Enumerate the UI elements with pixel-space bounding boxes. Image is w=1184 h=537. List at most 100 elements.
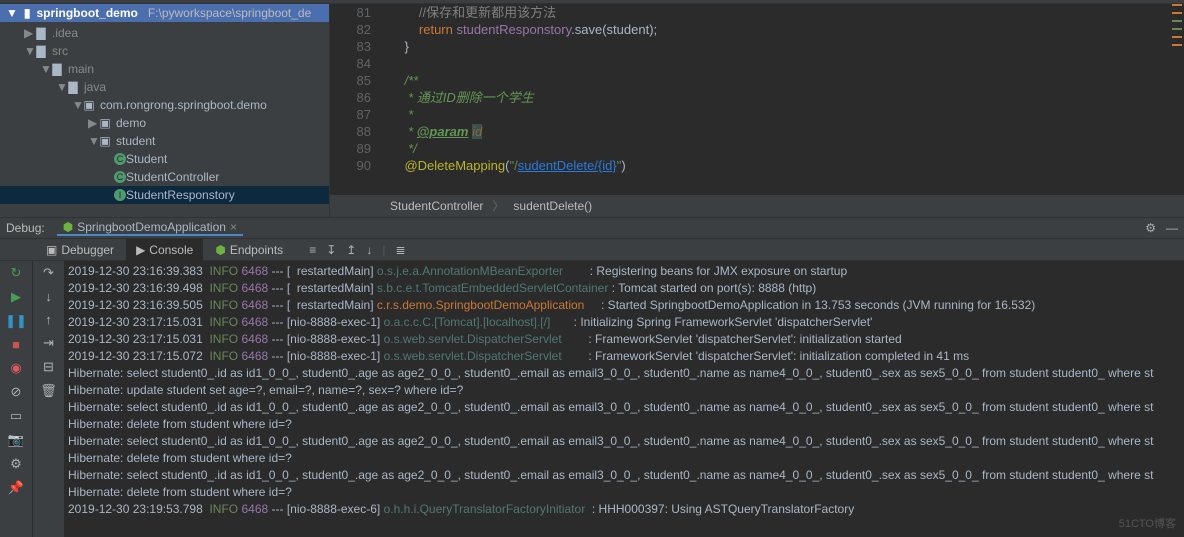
tab-console[interactable]: ▶Console — [126, 239, 203, 261]
tree-node[interactable]: ▶▣ demo — [0, 114, 329, 132]
code-line[interactable]: * — [390, 106, 1164, 123]
breadcrumb-separator-icon: 〉 — [492, 199, 504, 213]
step-out-icon[interactable]: ↑ — [45, 312, 52, 327]
mute-breakpoints-button[interactable]: ⊘ — [11, 384, 22, 400]
breadcrumb-method[interactable]: sudentDelete() — [513, 199, 592, 213]
tab-debugger[interactable]: ▣Debugger — [36, 239, 124, 261]
endpoints-icon: ⬢ — [215, 243, 225, 257]
tree-node[interactable]: CStudent — [0, 150, 329, 168]
console-output[interactable]: 2019-12-30 23:16:39.383 INFO 6468 --- [ … — [64, 261, 1184, 537]
console-line: Hibernate: select student0_.id as id1_0_… — [68, 399, 1180, 416]
console-line: 2019-12-30 23:17:15.031 INFO 6468 --- [n… — [68, 331, 1180, 348]
console-line: Hibernate: delete from student where id=… — [68, 484, 1180, 501]
run-to-cursor-icon[interactable]: ⇥ — [43, 335, 54, 351]
filter-icon[interactable]: ≣ — [395, 243, 405, 257]
line-number[interactable]: 81 — [330, 4, 371, 21]
pin-button[interactable]: 📌 — [8, 480, 24, 496]
code-line[interactable]: return studentResponstory.save(student); — [390, 21, 1164, 38]
tree-arrow-icon[interactable]: ▼ — [24, 44, 34, 58]
line-number[interactable]: 86 — [330, 89, 371, 106]
tree-node[interactable]: IStudentResponstory — [0, 186, 329, 204]
tree-node[interactable]: ▼▣student — [0, 132, 329, 150]
line-number[interactable]: 87 — [330, 106, 371, 123]
folder-icon: ▣ — [98, 116, 112, 130]
line-number[interactable]: 83 — [330, 38, 371, 55]
settings-icon[interactable]: ⚙ — [1145, 221, 1156, 235]
tree-arrow-icon[interactable]: ▼ — [72, 98, 82, 112]
clear-icon[interactable]: ↓ — [366, 243, 372, 257]
rerun-button[interactable]: ↻ — [11, 265, 22, 281]
tree-arrow-icon[interactable]: ▼ — [88, 134, 98, 148]
print-icon[interactable]: ↥ — [346, 243, 356, 257]
tree-node[interactable]: ▼▣com.rongrong.springboot.demo — [0, 96, 329, 114]
error-stripe[interactable] — [1172, 4, 1182, 52]
evaluate-icon[interactable]: ⊟ — [43, 359, 54, 375]
console-line: 2019-12-30 23:17:15.072 INFO 6468 --- [n… — [68, 348, 1180, 365]
camera-icon[interactable]: 📷 — [8, 432, 24, 448]
step-over-icon[interactable]: ↷ — [43, 265, 54, 281]
code-line[interactable]: @DeleteMapping("/sudentDelete/{id}") — [390, 157, 1164, 174]
settings-button[interactable]: ⚙ — [10, 456, 22, 472]
line-number[interactable]: 82 — [330, 21, 371, 38]
breadcrumb-class[interactable]: StudentController — [390, 199, 483, 213]
trash-icon[interactable]: 🗑 — [40, 383, 57, 399]
pause-button[interactable]: ❚❚ — [5, 313, 27, 329]
console-line: 2019-12-30 23:16:39.505 INFO 6468 --- [ … — [68, 297, 1180, 314]
code-line[interactable]: */ — [390, 140, 1164, 157]
expand-arrow-icon: ▼ — [6, 6, 18, 20]
code-editor[interactable]: 81828384858687888990 //保存和更新都用该方法 return… — [330, 4, 1184, 217]
sep-icon: | — [382, 243, 385, 257]
folder-icon: ▇ — [66, 80, 80, 94]
folder-icon: ▇ — [34, 44, 48, 58]
close-tab-icon[interactable]: × — [230, 220, 237, 234]
tree-node[interactable]: ▼▇main — [0, 60, 329, 78]
project-path: F:\pyworkspace\springboot_de — [148, 6, 311, 20]
tab-endpoints[interactable]: ⬢Endpoints — [205, 239, 293, 261]
debug-action-toolbar: ↻ ▶ ❚❚ ■ ◉ ⊘ ▭ 📷 ⚙ 📌 — [0, 261, 32, 537]
code-line[interactable]: } — [390, 38, 1164, 55]
console-icon: ▶ — [136, 243, 145, 257]
tree-arrow-icon[interactable]: ▶ — [88, 116, 98, 130]
console-line: 2019-12-30 23:19:53.798 INFO 6468 --- [n… — [68, 501, 1180, 518]
layout-button[interactable]: ▭ — [10, 408, 22, 424]
line-number[interactable]: 84 — [330, 55, 371, 72]
scroll-to-end-icon[interactable]: ↧ — [326, 243, 336, 257]
tree-label: com.rongrong.springboot.demo — [100, 98, 267, 112]
tree-node[interactable]: ▼▇src — [0, 42, 329, 60]
tree-label: StudentResponstory — [126, 188, 235, 202]
debug-tab-bar: ▣Debugger ▶Console ⬢Endpoints ≡ ↧ ↥ ↓ | … — [0, 239, 1184, 261]
project-tool-window[interactable]: ▼ ▮ springboot_demo F:\pyworkspace\sprin… — [0, 4, 330, 217]
line-number[interactable]: 85 — [330, 72, 371, 89]
tree-arrow-icon[interactable]: ▼ — [56, 80, 66, 94]
step-into-icon[interactable]: ↓ — [45, 289, 52, 304]
code-line[interactable]: * 通过ID删除一个学生 — [390, 89, 1164, 106]
run-configuration-tab[interactable]: ⬢ SpringbootDemoApplication × — [57, 220, 243, 236]
soft-wrap-icon[interactable]: ≡ — [309, 243, 316, 257]
tree-arrow-icon[interactable]: ▶ — [24, 26, 34, 40]
watermark: 51CTO博客 — [1119, 515, 1176, 531]
line-number[interactable]: 90 — [330, 157, 371, 174]
tree-node[interactable]: ▼▇java — [0, 78, 329, 96]
console-line: 2019-12-30 23:16:39.498 INFO 6468 --- [ … — [68, 280, 1180, 297]
view-breakpoints-button[interactable]: ◉ — [10, 360, 21, 376]
stepping-toolbar: ↷ ↓ ↑ ⇥ ⊟ 🗑 — [32, 261, 64, 537]
console-line: Hibernate: select student0_.id as id1_0_… — [68, 365, 1180, 382]
tree-label: Student — [126, 152, 167, 166]
folder-icon: ▣ — [98, 134, 112, 148]
minimize-icon[interactable]: — — [1166, 221, 1178, 235]
tree-arrow-icon[interactable]: ▼ — [40, 62, 50, 76]
code-line[interactable]: //保存和更新都用该方法 — [390, 4, 1164, 21]
tree-node[interactable]: ▶▇.idea — [0, 24, 329, 42]
code-line[interactable]: * @param id — [390, 123, 1164, 140]
project-root[interactable]: ▼ ▮ springboot_demo F:\pyworkspace\sprin… — [0, 4, 329, 22]
code-line[interactable]: /** — [390, 72, 1164, 89]
class-icon: I — [114, 189, 126, 201]
editor-breadcrumb[interactable]: StudentController 〉 sudentDelete() — [330, 195, 1184, 217]
tree-node[interactable]: CStudentController — [0, 168, 329, 186]
line-number[interactable]: 89 — [330, 140, 371, 157]
line-number[interactable]: 88 — [330, 123, 371, 140]
code-line[interactable] — [390, 55, 1164, 72]
resume-button[interactable]: ▶ — [11, 289, 21, 305]
tree-label: demo — [116, 116, 146, 130]
stop-button[interactable]: ■ — [12, 337, 20, 352]
